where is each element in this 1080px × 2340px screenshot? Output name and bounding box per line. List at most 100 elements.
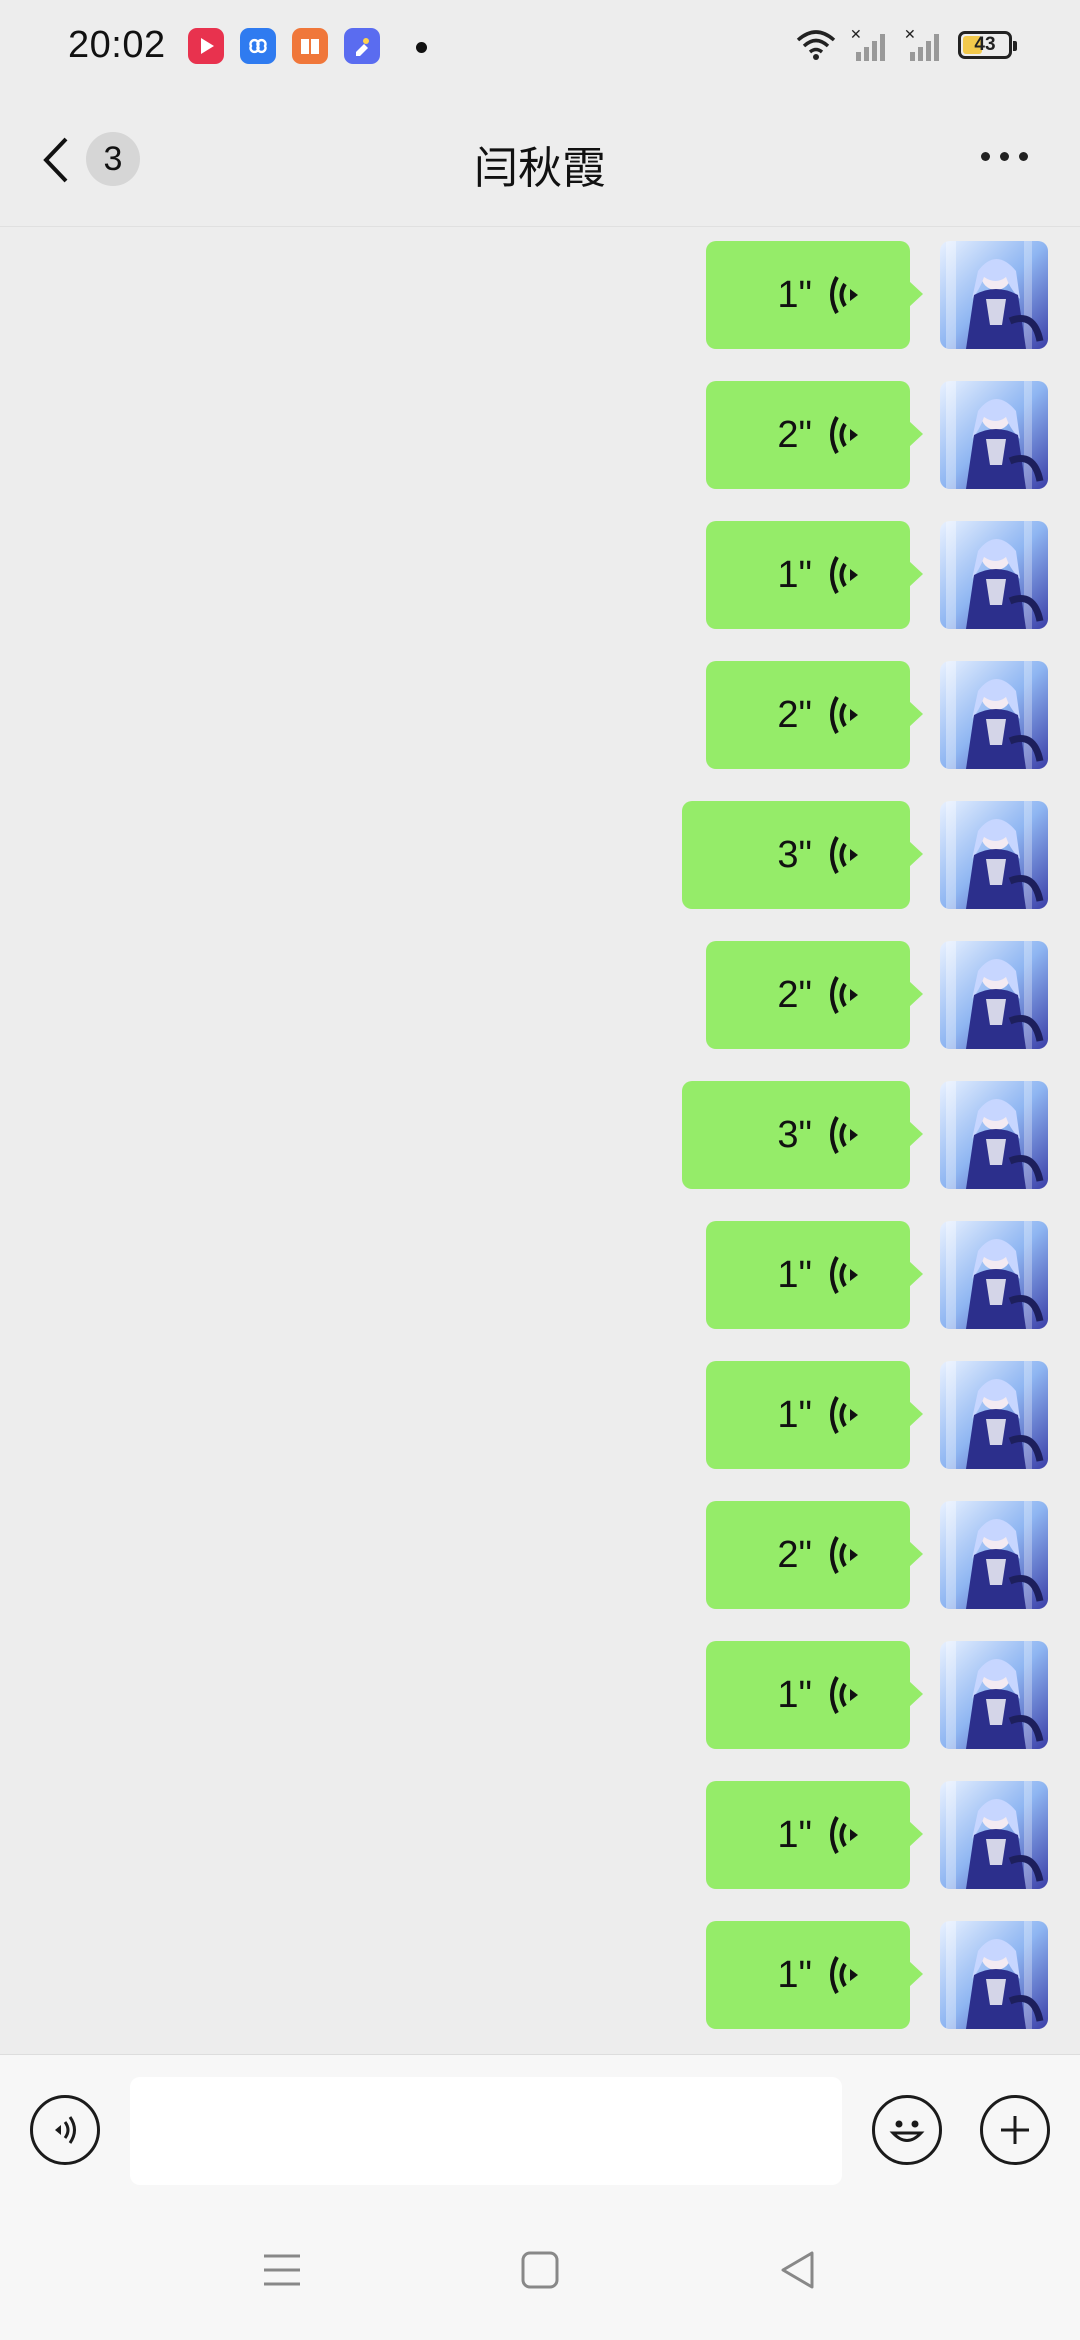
sender-avatar[interactable]: [940, 941, 1048, 1049]
message-row: 2": [0, 647, 1080, 769]
svg-text:✕: ✕: [850, 28, 862, 43]
voice-mode-icon: [55, 2116, 76, 2144]
voice-duration: 1": [777, 1673, 812, 1716]
voice-wave-icon: [828, 1813, 862, 1857]
voice-duration: 1": [777, 1393, 812, 1436]
sender-avatar[interactable]: [940, 1501, 1048, 1609]
home-nav-button[interactable]: [510, 2240, 570, 2300]
voice-wave-icon: [828, 1673, 862, 1717]
voice-message-bubble[interactable]: 2": [706, 941, 923, 1049]
avatar-image: [940, 661, 1048, 769]
back-nav-button[interactable]: [768, 2240, 828, 2300]
avatar-image: [940, 941, 1048, 1049]
voice-message-bubble[interactable]: 1": [706, 521, 923, 629]
voice-message-bubble[interactable]: 2": [706, 381, 923, 489]
sender-avatar[interactable]: [940, 1641, 1048, 1749]
avatar-image: [940, 1921, 1048, 2029]
voice-input-button[interactable]: [30, 2095, 100, 2165]
emoji-button[interactable]: [872, 2095, 942, 2165]
avatar-image: [940, 1081, 1048, 1189]
voice-wave-icon: [828, 413, 862, 457]
wifi-icon: [796, 30, 836, 60]
more-options-button[interactable]: [981, 152, 1028, 161]
message-row: 1": [0, 1767, 1080, 1889]
message-list[interactable]: 1" 2" 1" 2" 3" 2" 3" 1" 1" 2" 1" 1" 1": [0, 227, 1080, 2053]
sender-avatar[interactable]: [940, 1781, 1048, 1889]
status-bar: 20:02 ✕ ✕ 43: [0, 0, 1080, 96]
message-row: 1": [0, 1207, 1080, 1329]
input-bar: [0, 2054, 1080, 2197]
status-app-icons: [188, 28, 380, 64]
sender-avatar[interactable]: [940, 521, 1048, 629]
voice-message-bubble[interactable]: 2": [706, 1501, 923, 1609]
message-row: 2": [0, 367, 1080, 489]
avatar-image: [940, 381, 1048, 489]
voice-message-bubble[interactable]: 1": [706, 1361, 923, 1469]
message-row: 1": [0, 227, 1080, 349]
home-square-icon: [521, 2251, 559, 2289]
more-dot: [1019, 152, 1028, 161]
menu-nav-button[interactable]: [252, 2240, 312, 2300]
voice-message-bubble[interactable]: 2": [706, 661, 923, 769]
message-input[interactable]: [130, 2077, 842, 2185]
voice-message-bubble[interactable]: 3": [682, 1081, 923, 1189]
voice-message-bubble[interactable]: 1": [706, 241, 923, 349]
sender-avatar[interactable]: [940, 1361, 1048, 1469]
cloud-app-icon: [240, 28, 276, 64]
chat-title: 闫秋霞: [474, 143, 606, 194]
voice-duration: 1": [777, 1953, 812, 1996]
sender-avatar[interactable]: [940, 801, 1048, 909]
voice-message-bubble[interactable]: 1": [706, 1921, 923, 2029]
voice-wave-icon: [828, 1253, 862, 1297]
avatar-image: [940, 1221, 1048, 1329]
avatar-image: [940, 1361, 1048, 1469]
voice-duration: 1": [777, 1813, 812, 1856]
voice-duration: 2": [777, 413, 812, 456]
plus-icon: [1001, 2116, 1029, 2144]
more-functions-button[interactable]: [980, 2095, 1050, 2165]
voice-message-bubble[interactable]: 1": [706, 1781, 923, 1889]
message-row: 2": [0, 927, 1080, 1049]
voice-wave-icon: [828, 1533, 862, 1577]
message-row: 1": [0, 1627, 1080, 1749]
sender-avatar[interactable]: [940, 381, 1048, 489]
signal-1-icon: ✕: [850, 28, 885, 61]
avatar-image: [940, 1501, 1048, 1609]
signal-2-icon: ✕: [904, 28, 939, 61]
voice-wave-icon: [828, 973, 862, 1017]
chat-header: 3 闫秋霞: [0, 96, 1080, 227]
voice-message-bubble[interactable]: 1": [706, 1641, 923, 1749]
avatar-image: [940, 521, 1048, 629]
message-row: 3": [0, 1067, 1080, 1189]
voice-message-bubble[interactable]: 3": [682, 801, 923, 909]
emoji-icon: [889, 2120, 925, 2142]
avatar-image: [940, 801, 1048, 909]
voice-duration: 1": [777, 553, 812, 596]
avatar-image: [940, 1641, 1048, 1749]
voice-duration: 2": [777, 973, 812, 1016]
voice-duration: 2": [777, 693, 812, 736]
message-row: 1": [0, 1347, 1080, 1469]
status-time: 20:02: [68, 24, 166, 66]
voice-wave-icon: [828, 833, 862, 877]
sender-avatar[interactable]: [940, 1221, 1048, 1329]
menu-icon: [264, 2254, 300, 2286]
message-row: 2": [0, 1487, 1080, 1609]
more-dot: [981, 152, 990, 161]
sender-avatar[interactable]: [940, 661, 1048, 769]
voice-duration: 3": [777, 1113, 812, 1156]
voice-wave-icon: [828, 1113, 862, 1157]
voice-message-bubble[interactable]: 1": [706, 1221, 923, 1329]
reader-app-icon: [292, 28, 328, 64]
back-triangle-icon: [781, 2251, 814, 2289]
svg-text:✕: ✕: [904, 28, 916, 43]
message-row: 3": [0, 787, 1080, 909]
voice-duration: 1": [777, 1253, 812, 1296]
battery-level: 43: [974, 34, 996, 55]
voice-duration: 3": [777, 833, 812, 876]
message-row: 1": [0, 1907, 1080, 2029]
sender-avatar[interactable]: [940, 241, 1048, 349]
sender-avatar[interactable]: [940, 1921, 1048, 2029]
tools-app-icon: [344, 28, 380, 64]
sender-avatar[interactable]: [940, 1081, 1048, 1189]
